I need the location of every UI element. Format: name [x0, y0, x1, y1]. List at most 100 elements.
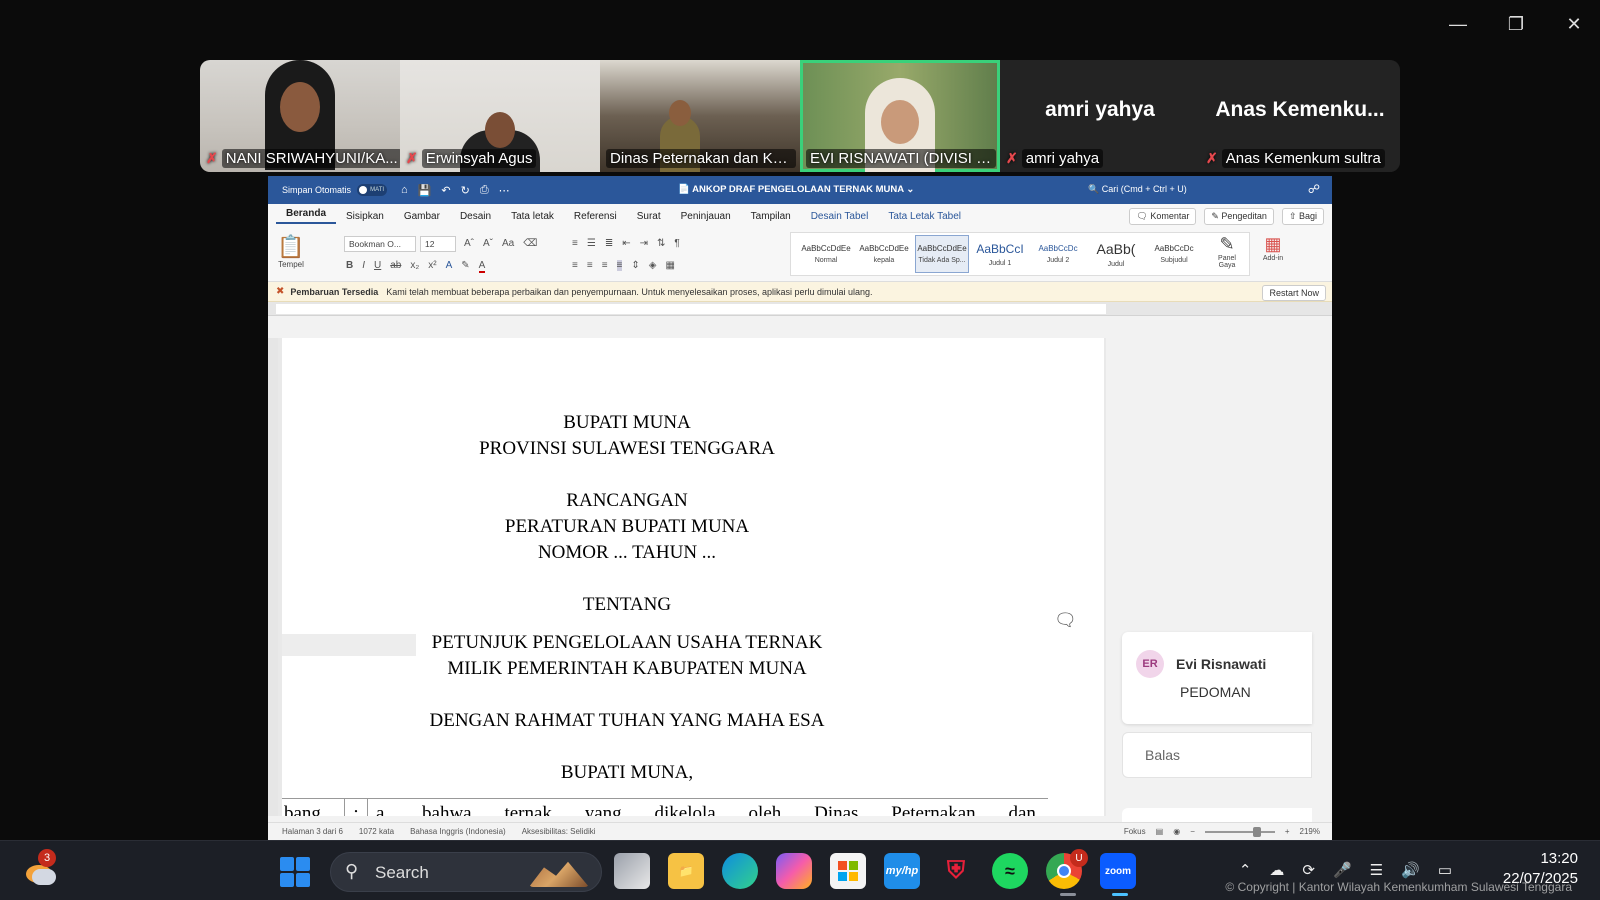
font-color-icon[interactable]: A [478, 260, 486, 273]
microsoft-store-icon[interactable] [830, 853, 866, 889]
participant-tile-active-speaker[interactable]: EVI RISNAWATI (DIVISI P3... [800, 60, 1000, 172]
focus-button[interactable]: Fokus [1124, 827, 1146, 836]
shrink-font-icon[interactable]: Aˇ [483, 238, 493, 249]
italic-icon[interactable]: I [362, 260, 365, 273]
paste-button[interactable]: 📋 Tempel [276, 234, 306, 269]
participant-tile[interactable]: ✗ Erwinsyah Agus [400, 60, 600, 172]
autosave-switch[interactable]: MATI [357, 184, 388, 196]
text-effects-icon[interactable]: A [446, 260, 453, 273]
undo-icon[interactable]: ↶ [441, 184, 450, 197]
editing-button[interactable]: ✎ Pengeditan [1204, 208, 1274, 225]
comment-card[interactable]: ER Evi Risnawati PEDOMAN [1122, 632, 1312, 724]
share-icon[interactable]: ☍ [1308, 182, 1320, 196]
style-no-spacing[interactable]: AaBbCcDdEe Tidak Ada Sp... [915, 235, 969, 273]
style-heading-2[interactable]: AaBbCcDc Judul 2 [1031, 235, 1085, 273]
bold-icon[interactable]: B [346, 260, 353, 273]
vertical-ruler[interactable] [268, 338, 278, 816]
web-layout-icon[interactable]: ◉ [1173, 827, 1180, 836]
tab-gambar[interactable]: Gambar [394, 211, 450, 222]
tab-desain[interactable]: Desain [450, 211, 501, 222]
accessibility-status[interactable]: Aksesibilitas: Selidiki [522, 827, 596, 836]
highlight-icon[interactable]: ✎ [461, 260, 469, 273]
volume-icon[interactable]: 🔊 [1401, 861, 1420, 879]
mcafee-icon[interactable]: ⛨ [938, 853, 974, 889]
chevron-up-icon[interactable]: ⌃ [1239, 861, 1252, 879]
myhp-icon[interactable]: my/hp [884, 853, 920, 889]
sync-icon[interactable]: ⟳ [1302, 861, 1315, 879]
superscript-icon[interactable]: x² [428, 260, 436, 273]
comment-button[interactable]: 🗨 Komentar [1129, 208, 1197, 225]
multilevel-icon[interactable]: ≣ [605, 238, 613, 249]
autosave-toggle[interactable]: Simpan Otomatis MATI [282, 184, 388, 196]
bullets-icon[interactable]: ≡ [572, 238, 578, 249]
decrease-indent-icon[interactable]: ⇤ [622, 238, 630, 249]
tab-peninjauan[interactable]: Peninjauan [671, 211, 741, 222]
document-page[interactable]: BUPATI MUNA PROVINSI SULAWESI TENGGARA R… [282, 338, 1104, 816]
line-spacing-icon[interactable]: ⇕ [631, 260, 639, 271]
edge-icon[interactable] [722, 853, 758, 889]
start-button[interactable] [280, 857, 310, 887]
close-notice-icon[interactable]: ✖ [276, 286, 284, 297]
grow-font-icon[interactable]: Aˆ [464, 238, 474, 249]
participant-tile[interactable]: ✗ NANI SRIWAHYUNI/KA... [200, 60, 400, 172]
comment-marker-icon[interactable]: 🗨 [1054, 610, 1077, 631]
align-center-icon[interactable]: ≡ [587, 260, 593, 271]
style-kepala[interactable]: AaBbCcDdEe kepala [857, 235, 911, 273]
close-icon[interactable]: ✕ [1560, 10, 1588, 38]
tab-tata-letak-tabel[interactable]: Tata Letak Tabel [878, 211, 971, 222]
underline-icon[interactable]: U [374, 260, 381, 273]
tab-desain-tabel[interactable]: Desain Tabel [801, 211, 879, 222]
spotify-icon[interactable]: ≈ [992, 853, 1028, 889]
tab-surat[interactable]: Surat [627, 211, 671, 222]
wifi-icon[interactable]: ☰ [1370, 861, 1383, 879]
minimize-icon[interactable]: — [1444, 10, 1472, 38]
font-family-select[interactable]: Bookman O... [344, 236, 416, 252]
align-right-icon[interactable]: ≡ [602, 260, 608, 271]
microphone-icon[interactable]: 🎤 [1333, 861, 1352, 879]
share-button[interactable]: ⇧ Bagi [1281, 208, 1324, 225]
strikethrough-icon[interactable]: ab [390, 260, 401, 273]
add-in-button[interactable]: ▦ Add-in [1258, 234, 1288, 262]
search-box[interactable]: 🔍 Cari (Cmd + Ctrl + U) [1088, 184, 1187, 195]
print-icon[interactable]: ⎙ [480, 184, 489, 197]
onedrive-icon[interactable]: ☁ [1269, 861, 1284, 879]
page-count[interactable]: Halaman 3 dari 6 [282, 827, 343, 836]
zoom-icon[interactable]: zoom [1100, 853, 1136, 889]
taskbar-search[interactable]: ⚲ Search [330, 852, 602, 892]
file-explorer-icon[interactable]: 📁 [668, 853, 704, 889]
save-icon[interactable]: 💾 [418, 184, 432, 197]
pilcrow-icon[interactable]: ¶ [674, 238, 679, 249]
align-left-icon[interactable]: ≡ [572, 260, 578, 271]
participant-tile[interactable]: Dinas Peternakan dan Kes... [600, 60, 800, 172]
style-heading-1[interactable]: AaBbCcI Judul 1 [973, 235, 1027, 273]
copilot-icon[interactable] [776, 853, 812, 889]
word-count[interactable]: 1072 kata [359, 827, 394, 836]
restart-now-button[interactable]: Restart Now [1262, 285, 1326, 301]
more-icon[interactable]: ⋯ [499, 184, 510, 197]
tab-sisipkan[interactable]: Sisipkan [336, 211, 394, 222]
print-layout-icon[interactable]: ▤ [1156, 827, 1164, 836]
horizontal-ruler[interactable] [268, 302, 1332, 316]
zoom-slider[interactable] [1204, 826, 1275, 837]
language-status[interactable]: Bahasa Inggris (Indonesia) [410, 827, 506, 836]
home-icon[interactable]: ⌂ [401, 184, 408, 197]
style-subtitle[interactable]: AaBbCcDc Subjudul [1147, 235, 1201, 273]
justify-icon[interactable]: ≡ [616, 260, 623, 271]
tab-beranda[interactable]: Beranda [276, 208, 337, 224]
change-case-icon[interactable]: Aa [502, 238, 514, 249]
style-title[interactable]: AaBb(Judul [1089, 235, 1143, 273]
task-view-icon[interactable] [614, 853, 650, 889]
borders-icon[interactable]: ▦ [665, 260, 674, 271]
sort-icon[interactable]: ⇅ [657, 238, 665, 249]
style-normal[interactable]: AaBbCcDdEe Normal [799, 235, 853, 273]
redo-icon[interactable]: ↻ [461, 184, 470, 197]
numbering-icon[interactable]: ☰ [587, 238, 596, 249]
participant-tile[interactable]: Anas Kemenku... ✗ Anas Kemenkum sultra [1200, 60, 1400, 172]
font-size-select[interactable]: 12 [420, 236, 456, 252]
zoom-level[interactable]: 219% [1300, 827, 1320, 836]
zoom-in-icon[interactable]: + [1285, 827, 1290, 836]
shading-icon[interactable]: ◈ [649, 260, 657, 271]
tab-tampilan[interactable]: Tampilan [741, 211, 801, 222]
tab-referensi[interactable]: Referensi [564, 211, 627, 222]
reply-input[interactable]: Balas [1122, 732, 1312, 778]
